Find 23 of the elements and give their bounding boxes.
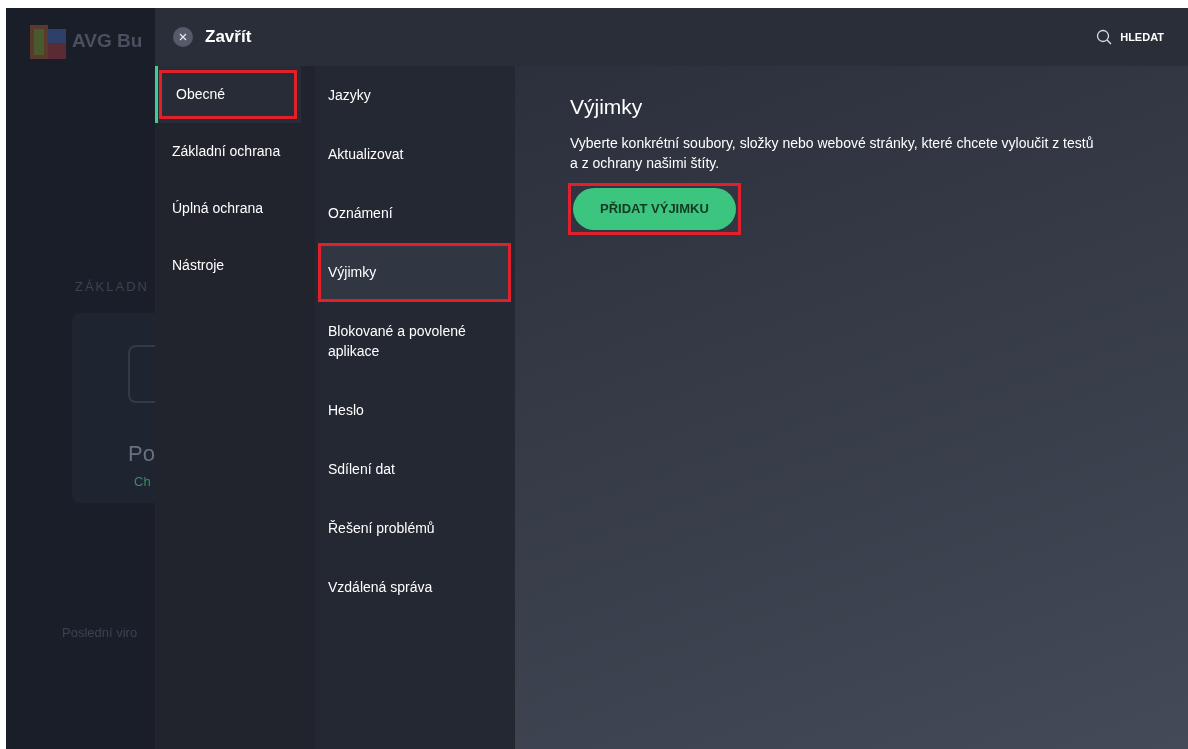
subcategory-item[interactable]: Výjimky [318,243,511,302]
subcategory-item[interactable]: Oznámení [315,184,515,243]
category-item[interactable]: Základní ochrana [155,123,315,180]
close-icon [179,33,187,41]
subcategory-item[interactable]: Heslo [315,381,515,440]
subcategory-item[interactable]: Vzdálená správa [315,558,515,617]
subcategory-item[interactable]: Jazyky [315,66,515,125]
category-item[interactable]: Obecné [155,66,301,123]
description-text: Vyberte konkrétní soubory, složky nebo webové stránky, které chcete vyloučit z testů a z ochrany našimi štíty. [570,134,1095,174]
card-status: Ch [134,472,152,491]
close-button[interactable]: Zavřít [173,24,252,50]
add-exception-button[interactable]: PŘIDAT VÝJIMKU [573,188,736,230]
search-button[interactable]: HLEDAT [1096,28,1164,46]
section-title: Výjimky [570,94,644,120]
card-title: Po [128,439,155,468]
subcategory-item[interactable]: Řešení problémů [315,499,515,558]
category-item[interactable]: Úplná ochrana [155,180,315,237]
subcategory-item[interactable]: Blokované a povolené aplikace [315,302,515,381]
logo-icon [30,24,66,59]
search-icon [1096,29,1113,45]
subcategory-item[interactable]: Aktualizovat [315,125,515,184]
category-item[interactable]: Nástroje [155,237,315,294]
subcategory-item[interactable]: Sdílení dat [315,440,515,499]
